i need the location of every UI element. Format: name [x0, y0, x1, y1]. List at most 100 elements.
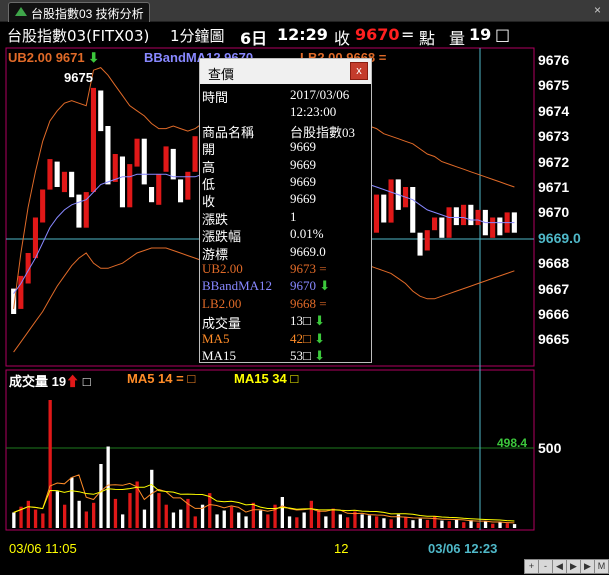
volume-bar — [505, 523, 509, 528]
volume-bar — [215, 514, 219, 528]
volume-bar — [26, 500, 30, 528]
candle — [490, 217, 496, 238]
volume-bar — [302, 512, 306, 528]
popup-row-value: 2017/03/06 — [290, 87, 350, 102]
volume-bar — [367, 515, 372, 528]
candle — [163, 146, 169, 172]
x-cursor-label: 03/06 12:23 — [428, 541, 498, 556]
candle — [134, 138, 140, 167]
scroll-end-button[interactable]: ▶ — [580, 559, 595, 574]
zoom-out-button[interactable]: - — [538, 559, 553, 574]
volume-bar — [389, 519, 393, 528]
popup-row: 游標 9669.0 — [200, 244, 371, 262]
volume-bar — [33, 509, 38, 528]
popup-row-value: 12:23:00 — [290, 104, 337, 119]
popup-row-value: 9669 — [290, 174, 316, 189]
scroll-left-button[interactable]: ◀ — [552, 559, 567, 574]
volume-bar — [77, 500, 81, 528]
candle — [40, 189, 46, 223]
volume-bar — [483, 521, 488, 528]
volume-bar — [287, 516, 292, 528]
volume-bar — [150, 469, 154, 528]
candle — [76, 194, 82, 228]
popup-close-button[interactable]: x — [350, 62, 368, 80]
popup-row-value: 1 — [290, 209, 297, 224]
volume-bar — [55, 491, 59, 528]
price-tick: 9666 — [538, 306, 570, 322]
popup-row: 低 9669 — [200, 174, 371, 192]
candle — [453, 207, 459, 226]
volume-bar — [171, 512, 176, 528]
volume-bar — [229, 506, 234, 528]
volume-bar — [121, 514, 125, 528]
volume-bar — [244, 516, 248, 528]
candle — [373, 194, 379, 233]
candle — [417, 232, 423, 256]
scroll-right-button[interactable]: ▶ — [566, 559, 581, 574]
volume-bar — [469, 520, 473, 528]
candle — [127, 164, 133, 208]
popup-row-value: 9669 — [290, 139, 316, 154]
price-tick: 9670 — [538, 204, 570, 220]
candle — [32, 217, 38, 259]
candle — [61, 171, 67, 193]
candle — [112, 154, 118, 182]
volume-bar — [142, 509, 147, 528]
volume-bar — [476, 522, 480, 528]
popup-row: MA15 53□ ⬇ — [200, 348, 371, 365]
candle — [192, 136, 198, 172]
candle — [90, 87, 96, 192]
x-start-label: 03/06 11:05 — [9, 541, 77, 556]
volume-bar — [179, 509, 183, 528]
candle — [461, 204, 467, 226]
zoom-in-button[interactable]: + — [524, 559, 539, 574]
volume-bar — [346, 517, 350, 528]
popup-row-key: 漲跌幅 — [202, 229, 242, 244]
popup-row-value: 9669 — [290, 157, 316, 172]
popup-row-value: 53□ ⬇ — [290, 348, 326, 363]
popup-row: MA5 42□ ⬇ — [200, 331, 371, 348]
candle — [424, 230, 430, 251]
volume-bar — [309, 500, 313, 528]
price-query-popup[interactable]: 查價 x 時間 2017/03/06 12:23:00 商品名稱 台股指數03 開 9669… — [199, 58, 372, 363]
volume-bar — [375, 516, 379, 528]
price-tick: 9668 — [538, 255, 570, 271]
popup-row-value: 9670 ⬇ — [290, 278, 331, 293]
candle — [156, 174, 162, 205]
candle — [388, 179, 394, 223]
candle — [475, 209, 481, 226]
volume-axis-tick: 500 — [538, 440, 562, 456]
popup-header: 查價 x — [200, 59, 371, 84]
popup-row-value: 0.01% — [290, 226, 324, 241]
popup-row: 開 9669 — [200, 139, 371, 157]
volume-bar — [317, 509, 321, 528]
mode-button[interactable]: M — [594, 559, 609, 574]
volume-bar — [41, 513, 45, 528]
volume-bar — [266, 514, 270, 528]
volume-frame — [5, 369, 535, 531]
volume-bar — [454, 519, 459, 528]
ma15-line — [13, 483, 515, 522]
candle — [141, 138, 147, 185]
down-arrow-icon: ⬇ — [310, 348, 326, 363]
volume-bar — [280, 497, 284, 528]
x-mid-label: 12 — [334, 541, 349, 556]
popup-row: 漲跌幅 0.01% — [200, 226, 371, 244]
volume-bar — [164, 504, 168, 528]
volume-bar — [128, 493, 132, 528]
volume-bar — [157, 493, 161, 528]
popup-row-key: 成交量 — [202, 316, 242, 331]
volume-bar — [418, 518, 422, 528]
candle — [54, 161, 60, 187]
volume-bar — [491, 523, 495, 528]
volume-line-value: 498.4 — [497, 436, 528, 450]
popup-row-value: 9673 = — [290, 261, 327, 276]
candle — [105, 126, 111, 185]
popup-title: 查價 — [208, 67, 235, 82]
popup-row-value: 42□ ⬇ — [290, 331, 326, 346]
volume-bar — [382, 518, 386, 528]
candle — [170, 148, 176, 180]
price-tick: 9676 — [538, 52, 570, 68]
candle — [439, 217, 445, 238]
volume-bar — [251, 502, 255, 528]
